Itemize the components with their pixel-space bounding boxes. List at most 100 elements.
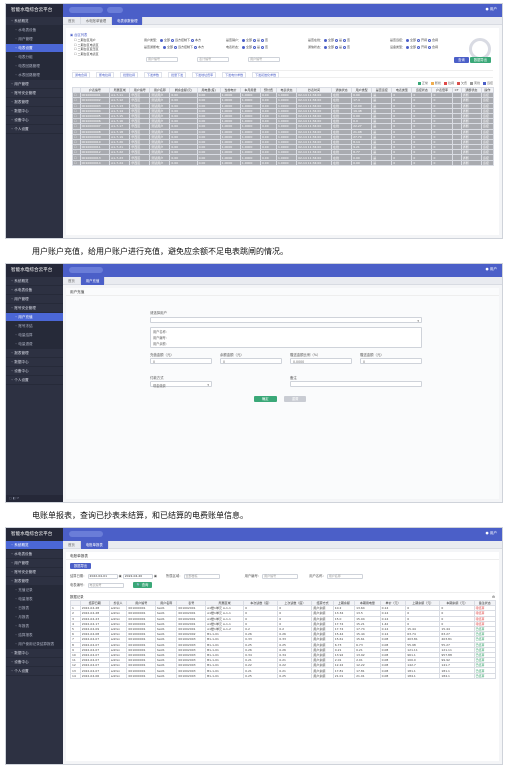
date-to-input[interactable]: 2022-04-20 xyxy=(122,573,153,579)
user-menu[interactable]: ● 用户 xyxy=(486,531,497,536)
sidebar-item[interactable]: ◦ 用户管理 xyxy=(6,80,63,89)
reset-button[interactable]: 重置 xyxy=(283,396,307,402)
radio-button[interactable] xyxy=(171,38,175,42)
radio-button[interactable] xyxy=(406,45,410,49)
toolbar-button[interactable]: 批量拉闸 xyxy=(120,72,139,78)
toolbar-button[interactable]: 下发初始化参数 xyxy=(252,72,280,78)
radio-button[interactable] xyxy=(242,45,246,49)
sidebar-item[interactable]: ◦ 电表分组 xyxy=(6,53,63,62)
area-select[interactable]: 全部楼栋 xyxy=(183,573,220,579)
search-button[interactable]: 🔍 查询 xyxy=(132,582,153,588)
tab[interactable]: 电账单报表 xyxy=(80,541,109,549)
sidebar-item[interactable]: ◦ 设备中心 xyxy=(6,116,63,125)
radio-button[interactable] xyxy=(406,38,410,42)
pay-method-select[interactable]: 现金缴费 ▾ xyxy=(150,381,212,388)
toolbar-button[interactable]: 断电拉闸 xyxy=(96,72,115,78)
tab[interactable]: 用户充值 xyxy=(80,277,106,285)
sidebar-item[interactable]: ◦ 报表管理 xyxy=(6,349,63,358)
radio-button[interactable] xyxy=(428,38,432,42)
field-input[interactable]: 0.0000 xyxy=(290,358,352,364)
date-from-input[interactable]: 2022-04-01 xyxy=(87,573,118,579)
radio-button[interactable] xyxy=(324,38,328,42)
radio-button[interactable] xyxy=(160,38,164,42)
sidebar-item[interactable]: ◦ 水电表设备 xyxy=(6,286,63,295)
search-button[interactable]: 查询 xyxy=(454,57,469,63)
user-menu[interactable]: ● 用户 xyxy=(486,267,497,272)
radio-button[interactable] xyxy=(343,38,347,42)
radio-button[interactable] xyxy=(242,38,246,42)
sidebar-item[interactable]: ◦ 个人设置 xyxy=(6,667,63,676)
sidebar-item[interactable]: ◦ 日报表 xyxy=(6,604,63,613)
field-input[interactable]: 0 xyxy=(150,358,212,364)
sidebar-item[interactable]: ◦ 水表回路管理 xyxy=(6,71,63,80)
radio-button[interactable] xyxy=(417,38,421,42)
sidebar-item[interactable]: ◦ 账号安全管理 xyxy=(6,304,63,313)
radio-button[interactable] xyxy=(253,38,257,42)
sidebar-item[interactable]: ◦ 用户管理 xyxy=(6,35,63,44)
tab[interactable]: 电表参数管理 xyxy=(112,17,144,25)
tab[interactable]: 水电账单管理 xyxy=(81,17,113,25)
sidebar-item[interactable]: ◦ 电量报表 xyxy=(6,595,63,604)
sidebar-item[interactable]: ◦ 月报表 xyxy=(6,613,63,622)
radio-button[interactable] xyxy=(261,45,265,49)
radio-button[interactable] xyxy=(194,45,198,49)
sidebar-item[interactable]: ◦ 用户管理 xyxy=(6,559,63,568)
radio-button[interactable] xyxy=(343,45,347,49)
tab[interactable]: 首页 xyxy=(63,17,81,25)
sidebar-item[interactable]: ◦ 水电表设备 xyxy=(6,550,63,559)
sidebar-item[interactable]: ◦ 设备中心 xyxy=(6,367,63,376)
sidebar-item[interactable]: ◦ 报表管理 xyxy=(6,577,63,586)
sidebar-item[interactable]: ◦ 数据中心 xyxy=(6,358,63,367)
user-id-input[interactable]: 用户编号 xyxy=(262,573,299,579)
sidebar-item[interactable]: ◦ 电量结算 xyxy=(6,331,63,340)
table-row[interactable]: ☐ 0010000014 A1-7-24 华西区 测试用户 0.00 0.00 1.0000 1… xyxy=(72,159,495,166)
sidebar-item[interactable]: ◦ 水电表设备 xyxy=(6,26,63,35)
radio-button[interactable] xyxy=(174,45,178,49)
sidebar-item[interactable]: ◦ 设备中心 xyxy=(6,658,63,667)
user-menu[interactable]: ● 用户 xyxy=(486,7,497,12)
radio-button[interactable] xyxy=(191,38,195,42)
sidebar-item[interactable]: ◦ 充值记录 xyxy=(6,586,63,595)
sidebar-item[interactable]: ◦ 数据中心 xyxy=(6,649,63,658)
remark-input[interactable] xyxy=(290,381,422,387)
radio-button[interactable] xyxy=(335,45,339,49)
tab[interactable]: 首页 xyxy=(63,277,81,285)
toolbar-button[interactable]: 通电合闸 xyxy=(72,72,91,78)
field-input[interactable]: 0 xyxy=(220,358,282,364)
sidebar-item[interactable]: ◦ 数据中心 xyxy=(6,107,63,116)
user-id-input[interactable]: 用户编号 xyxy=(146,57,178,62)
sidebar-item[interactable]: ◦ 个人设置 xyxy=(6,125,63,134)
sidebar-item[interactable]: ◦ 年报表 xyxy=(6,622,63,631)
tree-node[interactable]: ☐ 二期台区电表区 xyxy=(74,52,124,57)
user-select[interactable]: ▾ xyxy=(150,317,422,323)
toolbar-button[interactable]: 下发电价参数 xyxy=(222,72,247,78)
sidebar-item[interactable]: ◦ 报表管理 xyxy=(6,98,63,107)
sidebar-item[interactable]: ◦ 系统概览 xyxy=(6,277,63,286)
sidebar-item[interactable]: ◦ 账号冻结 xyxy=(6,322,63,331)
meter-id-input[interactable]: 表计编号 xyxy=(197,57,230,62)
row-checkbox[interactable]: ☐ xyxy=(72,159,81,166)
sidebar-item[interactable]: ◦ 电表设置 xyxy=(6,44,63,53)
sidebar-item[interactable]: ◦ 用户管理 xyxy=(6,295,63,304)
sidebar-item[interactable]: ◦ 账号安全管理 xyxy=(6,568,63,577)
user-name-input[interactable]: 用户名称 xyxy=(326,573,363,579)
sidebar-item[interactable]: ◦ 个人设置 xyxy=(6,376,63,385)
sidebar-item[interactable]: ◦ 用户使用记录结算报表 xyxy=(6,640,63,649)
sidebar-item[interactable]: ◦ 电量退费 xyxy=(6,340,63,349)
confirm-button[interactable]: 确定 xyxy=(254,396,277,402)
toolbar-button[interactable]: 批量下发 xyxy=(168,72,187,78)
table-row[interactable]: 14 2022-04-06 admin 001000001 test1 001002003… xyxy=(70,672,496,679)
user-code-input[interactable]: 用户编号 xyxy=(248,57,281,62)
field-input[interactable]: 0 xyxy=(360,358,422,364)
radio-button[interactable] xyxy=(335,38,339,42)
export-button[interactable]: 数据导出 xyxy=(70,563,92,569)
radio-button[interactable] xyxy=(253,45,257,49)
meter-id-input[interactable]: 电表编号 xyxy=(87,582,124,588)
sidebar-item[interactable]: ◦ 结算报表 xyxy=(6,631,63,640)
sidebar-item[interactable]: ◦ 系统概览 xyxy=(6,541,63,550)
tab[interactable]: 首页 xyxy=(63,541,81,549)
radio-button[interactable] xyxy=(163,45,167,49)
sidebar-item[interactable]: ◦ 电表回路管理 xyxy=(6,62,63,71)
radio-button[interactable] xyxy=(261,38,265,42)
sidebar-item[interactable]: ◦ 用户充值 xyxy=(6,313,63,322)
